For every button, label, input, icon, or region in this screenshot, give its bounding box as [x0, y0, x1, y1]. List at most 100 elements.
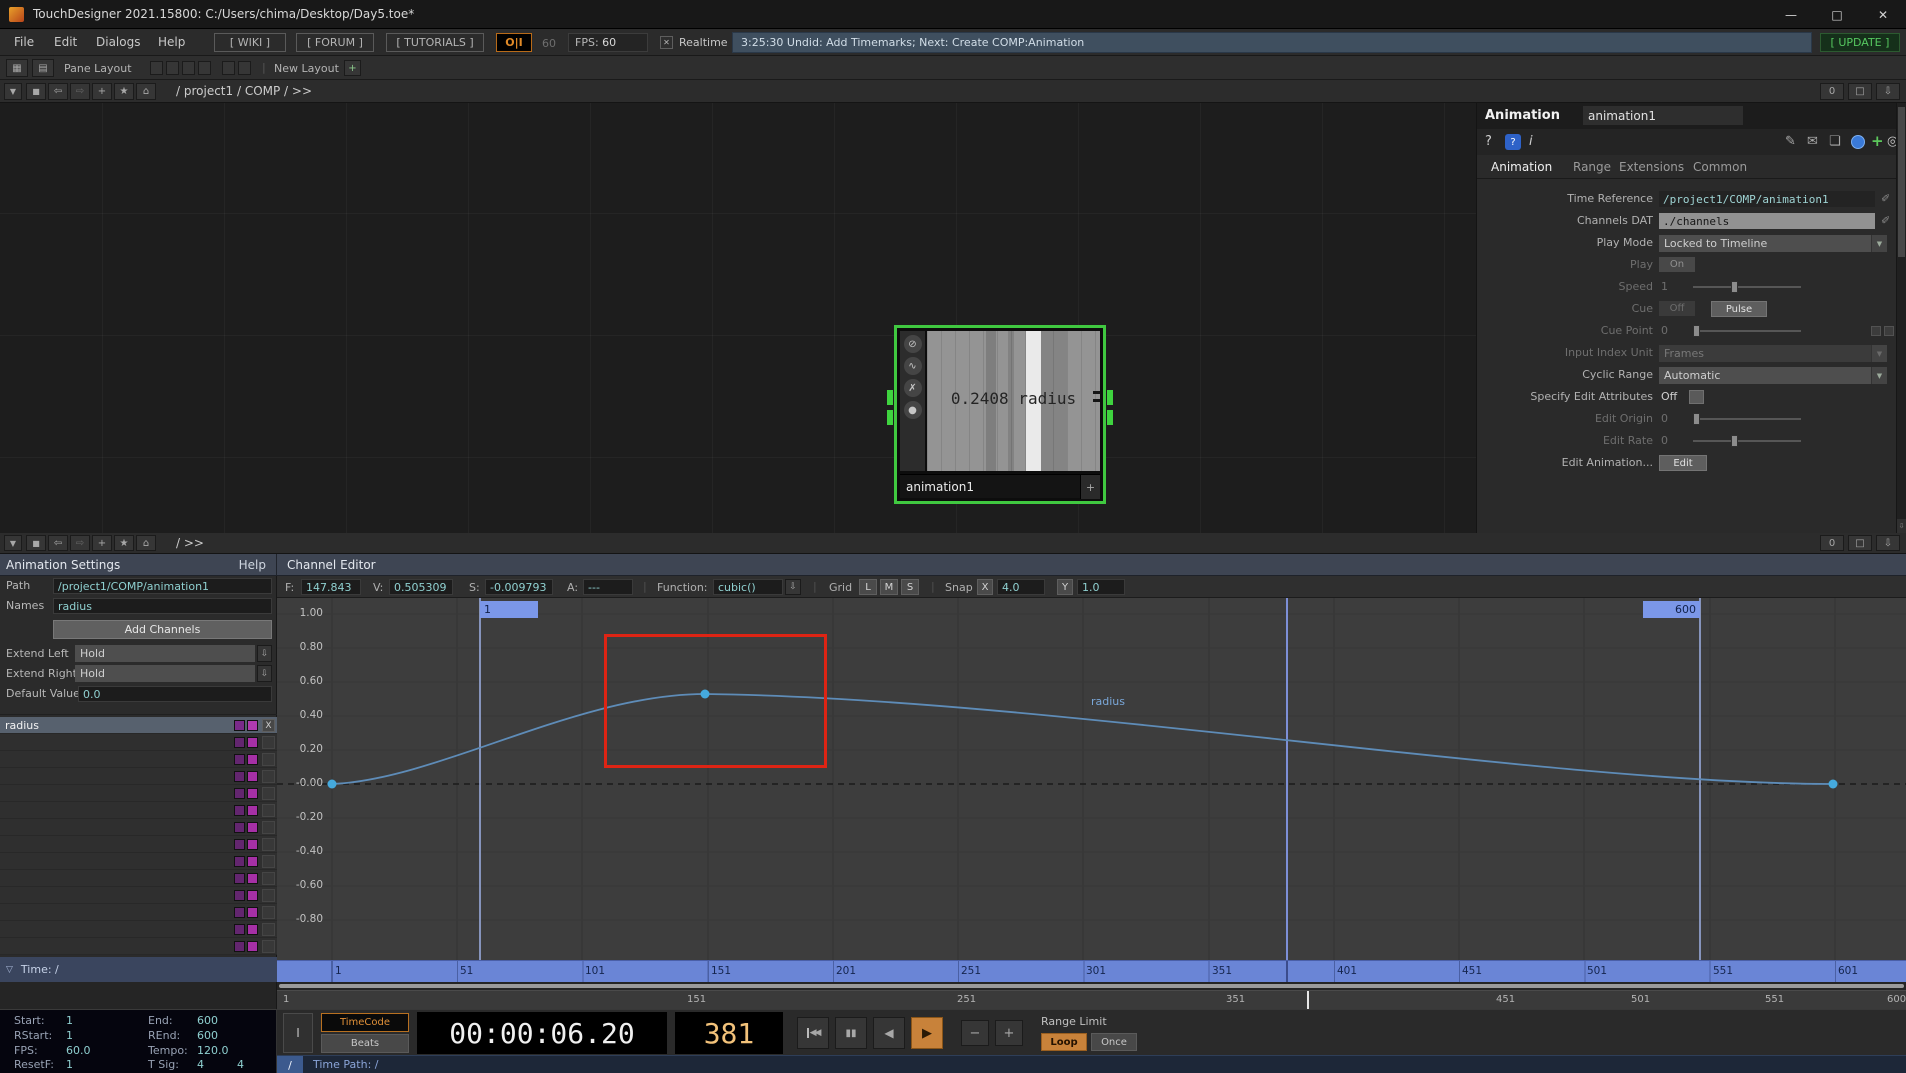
pane-stop-button[interactable]: ■	[26, 535, 46, 551]
channels-dat-field[interactable]: ./channels	[1659, 213, 1875, 229]
jump-to-start-button[interactable]: ◀◀	[797, 1017, 829, 1049]
edit-rate-slider-handle[interactable]	[1731, 435, 1738, 447]
node-viewer[interactable]: 0.2408 radius	[927, 331, 1100, 471]
layout-preset-3[interactable]	[182, 61, 195, 75]
cue-point-value[interactable]: 0	[1661, 321, 1668, 341]
pane-menu-button[interactable]: ▼	[4, 83, 22, 100]
specify-edit-toggle[interactable]	[1689, 390, 1704, 404]
add-layout-button[interactable]: +	[344, 60, 361, 76]
play-mode-dropdown[interactable]: Locked to Timeline▼	[1659, 235, 1887, 252]
cue-point-slider-track[interactable]	[1693, 330, 1801, 332]
tab-common[interactable]: Common	[1693, 155, 1747, 179]
global-timeline-ruler[interactable]: 1 151 251 351 451 501 551 600	[277, 990, 1906, 1009]
independent-time-button[interactable]: I	[283, 1013, 313, 1053]
pane-split-button[interactable]: ▦	[6, 59, 28, 77]
resetf-value[interactable]: 1	[66, 1058, 73, 1071]
edit-origin-slider-track[interactable]	[1693, 418, 1801, 420]
beats-mode-button[interactable]: Beats	[321, 1034, 409, 1053]
step-forward-button[interactable]: +	[995, 1020, 1023, 1046]
channel-color-swatch[interactable]	[247, 720, 258, 731]
cyclic-range-dropdown[interactable]: Automatic▼	[1659, 367, 1887, 384]
empty-channel-row[interactable]	[0, 734, 277, 751]
empty-channel-row[interactable]	[0, 785, 277, 802]
nav-forward-button[interactable]: ⇨	[70, 83, 90, 100]
rend-value[interactable]: 600	[197, 1029, 218, 1042]
pane-menu-button[interactable]: ▼	[4, 535, 22, 551]
edit-rate-slider-track[interactable]	[1693, 440, 1801, 442]
help-icon[interactable]: ?	[1485, 134, 1492, 149]
channel-row-radius[interactable]: radius X	[0, 717, 277, 734]
home-button[interactable]: ⌂	[136, 83, 156, 100]
update-button[interactable]: [ UPDATE ]	[1820, 33, 1900, 52]
frame-field[interactable]: 147.843	[301, 579, 361, 595]
cue-toggle[interactable]: Off	[1659, 301, 1695, 316]
forum-button[interactable]: [ FORUM ]	[296, 33, 374, 52]
pin-icon[interactable]: ●	[904, 401, 922, 419]
empty-channel-row[interactable]	[0, 853, 277, 870]
menu-help[interactable]: Help	[158, 29, 185, 56]
maximize-button[interactable]: □	[1814, 0, 1860, 29]
layout-preset-1[interactable]	[150, 61, 163, 75]
collapse-pane-button[interactable]: ⇩	[1876, 83, 1900, 100]
frame-display[interactable]: 381	[675, 1012, 783, 1054]
empty-channel-row[interactable]	[0, 768, 277, 785]
grid-large-button[interactable]: L	[859, 579, 877, 595]
input-index-unit-dropdown[interactable]: Frames▼	[1659, 345, 1887, 362]
slope-field[interactable]: -0.009793	[485, 579, 553, 595]
cue-point-inc-button[interactable]	[1884, 326, 1894, 336]
range-start-marker[interactable]: 1	[480, 601, 538, 618]
nav-back-button[interactable]: ⇦	[48, 535, 68, 551]
menu-dialogs[interactable]: Dialogs	[96, 29, 140, 56]
range-end-marker[interactable]: 600	[1643, 601, 1700, 618]
once-button[interactable]: Once	[1091, 1033, 1137, 1051]
grid-medium-button[interactable]: M	[880, 579, 898, 595]
node-animation1[interactable]: ⊘ ∿ ✗ ● 0.2408 radius animation1 +	[894, 325, 1106, 504]
pencil-icon[interactable]: ✎	[1785, 134, 1796, 149]
close-button[interactable]: ✕	[1860, 0, 1906, 29]
op-picker-icon[interactable]: ✐	[1881, 214, 1890, 227]
play-button[interactable]: ▶	[911, 1017, 943, 1049]
close-viewer-icon[interactable]: ✗	[904, 379, 922, 397]
empty-channel-row[interactable]	[0, 819, 277, 836]
tab-extensions[interactable]: Extensions	[1619, 155, 1684, 179]
node-name-field[interactable]: animation1	[906, 475, 974, 499]
empty-channel-row[interactable]	[0, 802, 277, 819]
start-value[interactable]: 1	[66, 1014, 73, 1027]
snap-x-button[interactable]: X	[977, 579, 993, 595]
node-output-connector[interactable]	[1107, 410, 1113, 425]
collapse-pane-button[interactable]: ⇩	[1876, 535, 1900, 551]
pane-stop-button[interactable]: ■	[26, 83, 46, 100]
node-add-button[interactable]: +	[1080, 475, 1100, 499]
function-apply-icon[interactable]: ⇩	[785, 579, 801, 595]
maximize-pane-button[interactable]: □	[1848, 83, 1872, 100]
extend-left-dropdown[interactable]: Hold	[75, 645, 255, 662]
grid-small-button[interactable]: S	[901, 579, 919, 595]
tsig-numerator[interactable]: 4	[197, 1058, 204, 1071]
view-range-ruler[interactable]: 1 51 101 151 201 251 301 351 401 451 501…	[277, 960, 1906, 982]
python-help-icon[interactable]: ?	[1505, 134, 1521, 150]
play-reverse-button[interactable]: ◀	[873, 1017, 905, 1049]
default-value-field[interactable]: 0.0	[78, 686, 272, 702]
empty-channel-row[interactable]	[0, 836, 277, 853]
path-field[interactable]: /project1/COMP/animation1	[53, 578, 272, 594]
bookmark-button[interactable]: ★	[114, 83, 134, 100]
menu-file[interactable]: File	[14, 29, 34, 56]
snap-x-field[interactable]: 4.0	[997, 579, 1045, 595]
tab-range[interactable]: Range	[1573, 155, 1611, 179]
loop-button[interactable]: Loop	[1041, 1033, 1087, 1051]
extend-right-dropdown[interactable]: Hold	[75, 665, 255, 682]
params-scrollbar[interactable]: ⇩	[1896, 103, 1906, 533]
copy-icon[interactable]: ❏	[1829, 134, 1841, 149]
hscroll-thumb[interactable]	[279, 984, 1904, 988]
layout-preset-5[interactable]	[222, 61, 235, 75]
empty-channel-row[interactable]	[0, 904, 277, 921]
maximize-pane-button[interactable]: □	[1848, 535, 1872, 551]
node-output-connector[interactable]	[1107, 390, 1113, 405]
comment-icon[interactable]: ✉	[1807, 134, 1818, 149]
speed-value[interactable]: 1	[1661, 277, 1668, 297]
fps-box[interactable]: FPS: 60	[568, 33, 648, 52]
scroll-down-icon[interactable]: ⇩	[1897, 519, 1906, 533]
bookmark-button[interactable]: ★	[114, 535, 134, 551]
names-field[interactable]: radius	[53, 598, 272, 614]
curve-graph[interactable]: 1.00 0.80 0.60 0.40 0.20 -0.00 -0.20 -0.…	[277, 598, 1906, 960]
